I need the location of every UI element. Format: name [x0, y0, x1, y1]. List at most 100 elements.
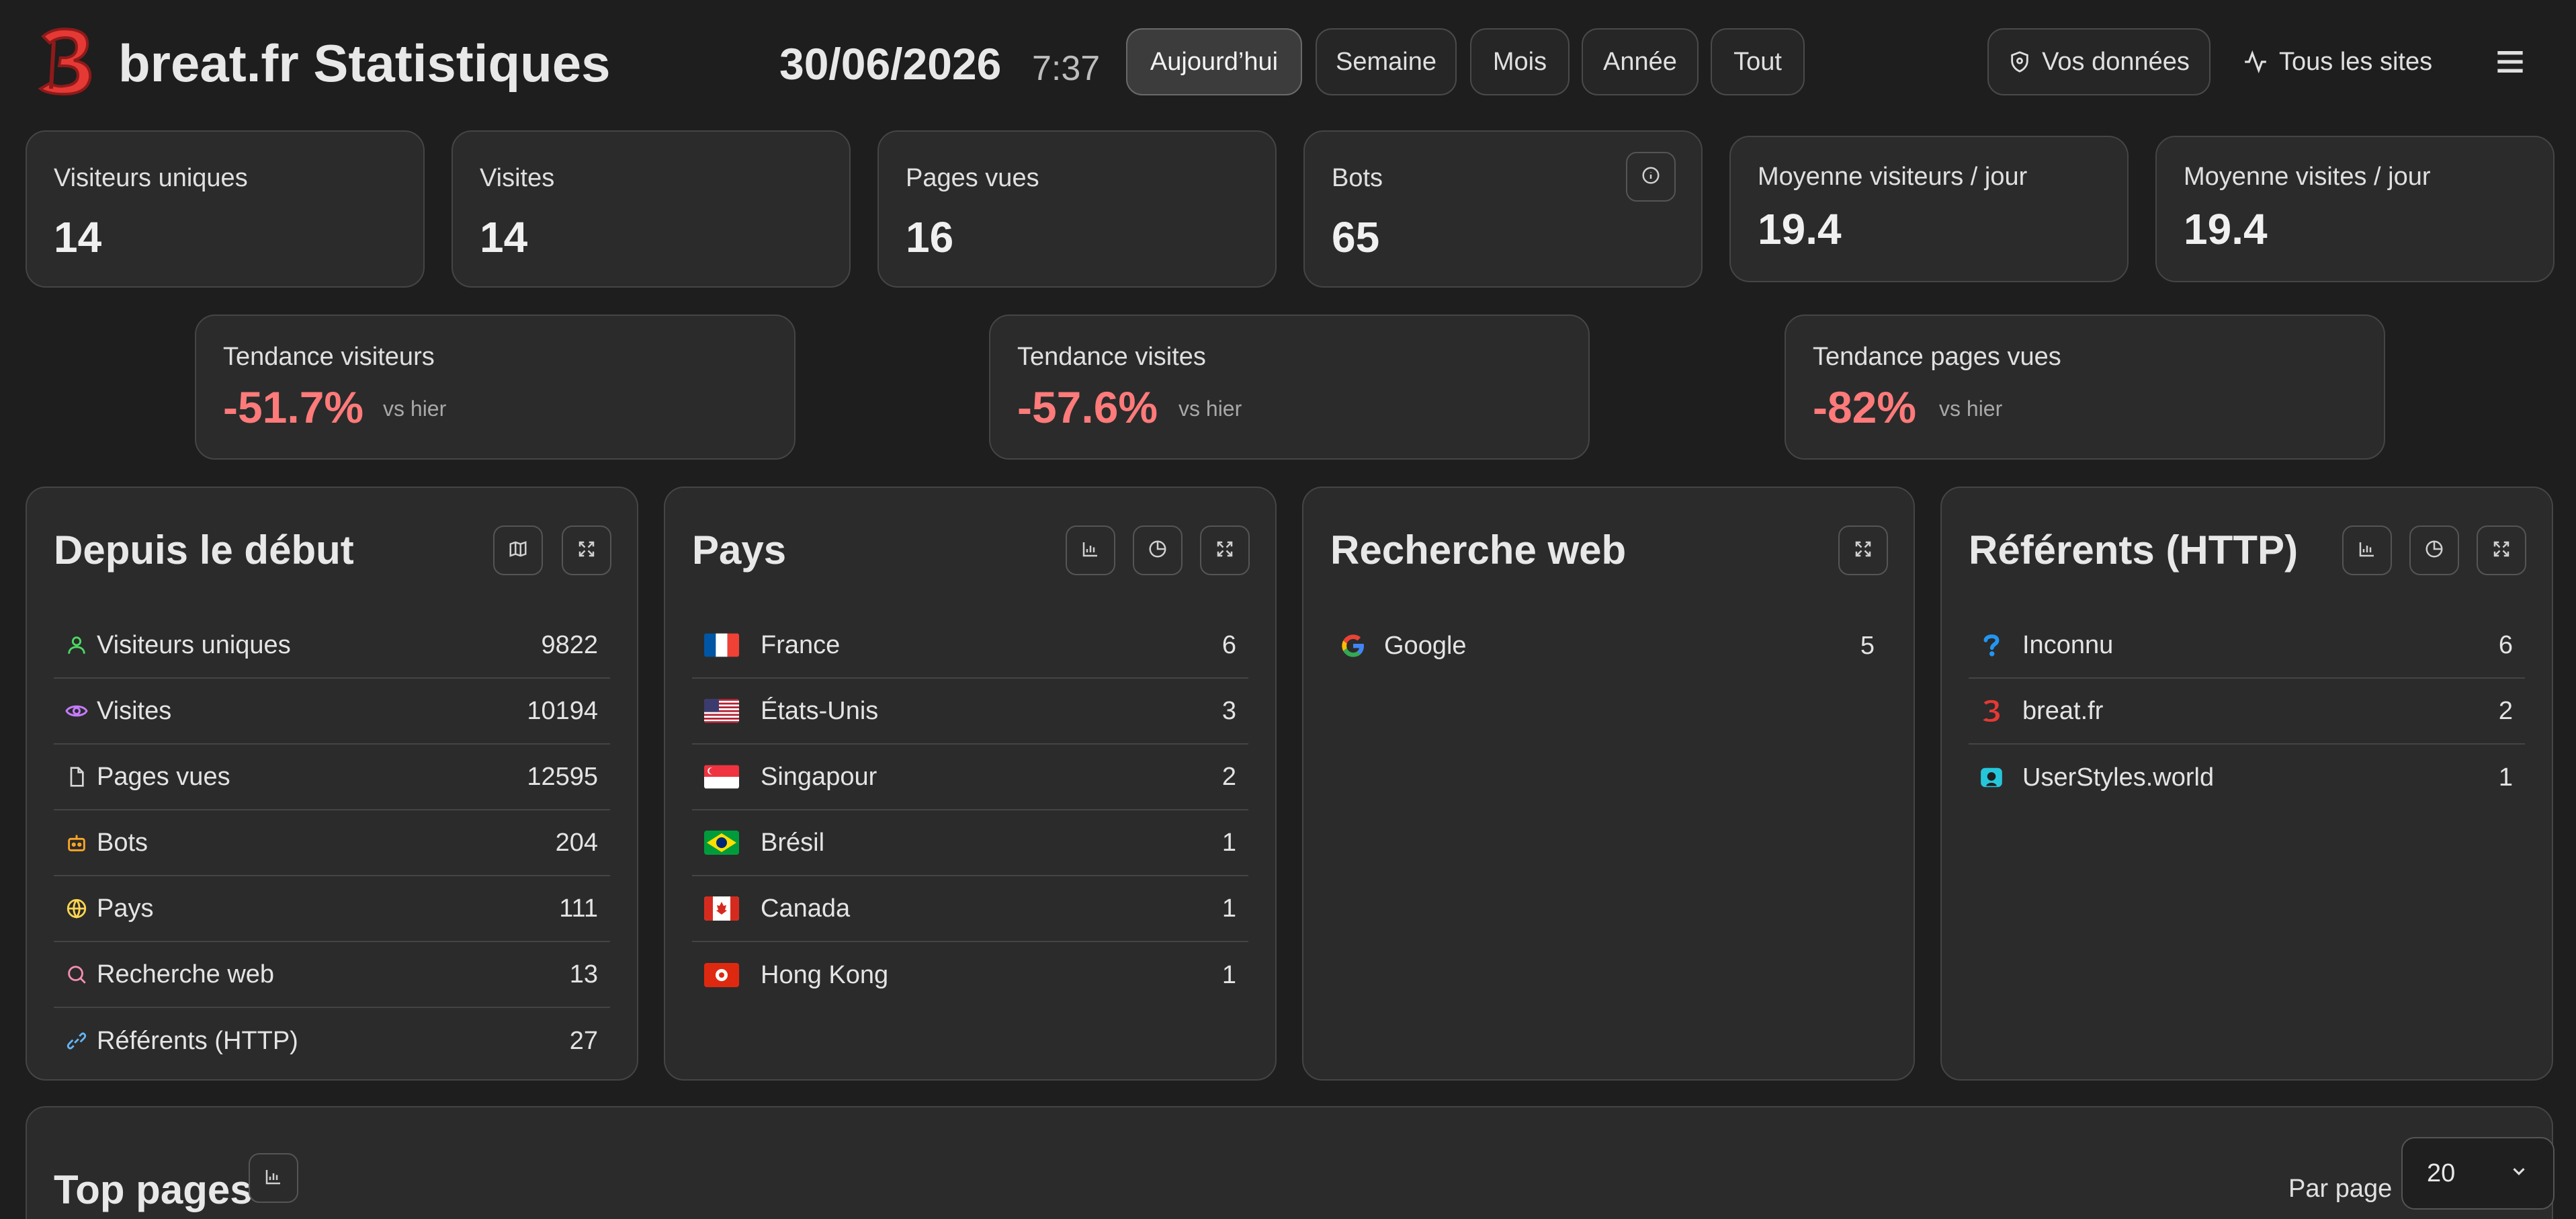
current-time: 7:37: [1032, 49, 1101, 88]
flag-sg-icon: [704, 765, 739, 789]
expand-icon: [576, 539, 597, 562]
list-item-value: 204: [555, 828, 598, 857]
panel-since-start: Depuis le début Visiteurs uniques 9822 V…: [26, 487, 638, 1081]
question-icon: [1978, 632, 2005, 659]
list-item-label: Visites: [97, 696, 172, 725]
trend-card-page-views: Tendance pages vues -82% vs hier: [1785, 314, 2385, 460]
flag-hk-icon: [704, 963, 739, 987]
period-year-button[interactable]: Année: [1582, 28, 1699, 95]
panel-web-search: Recherche web Google 5: [1302, 487, 1915, 1081]
user-icon: [63, 632, 90, 659]
list-item-label: Brésil: [761, 828, 825, 857]
period-week-button[interactable]: Semaine: [1316, 28, 1457, 95]
list-item-label: France: [761, 630, 841, 659]
list-item-label: Singapour: [761, 762, 877, 791]
list-item-label: Bots: [97, 828, 148, 857]
breat-logo-icon: [1978, 698, 2005, 724]
list-item[interactable]: Hong Kong 1: [692, 942, 1248, 1008]
list-item[interactable]: Google 5: [1330, 613, 1887, 679]
list-item-value: 6: [2498, 630, 2513, 659]
map-view-button[interactable]: [493, 526, 543, 575]
list-item: Bots 204: [54, 810, 610, 876]
list-item-label: Google: [1384, 631, 1467, 660]
list-item-label: breat.fr: [2022, 696, 2104, 725]
panel-referrers: Référents (HTTP) Inconnu 6 breat.fr 2 Us…: [1940, 487, 2553, 1081]
pie-chart-icon: [2424, 539, 2444, 562]
list-item[interactable]: breat.fr 2: [1969, 679, 2525, 745]
your-data-button[interactable]: Vos données: [1987, 28, 2210, 95]
bots-info-button[interactable]: [1626, 152, 1676, 202]
all-sites-button[interactable]: Tous les sites: [2243, 28, 2432, 95]
hamburger-menu-icon[interactable]: [2489, 40, 2532, 83]
chevron-down-icon: [2509, 1159, 2529, 1188]
list-item: Pays 111: [54, 876, 610, 942]
list-item[interactable]: États-Unis 3: [692, 679, 1248, 745]
expand-button[interactable]: [562, 526, 611, 575]
stat-value: 14: [480, 213, 528, 261]
stat-value: 19.4: [2184, 205, 2268, 253]
expand-button[interactable]: [2477, 526, 2526, 575]
list-item-label: Visiteurs uniques: [97, 630, 291, 659]
stat-label: Moyenne visites / jour: [2184, 163, 2431, 191]
userstyles-icon: [1978, 764, 2005, 791]
all-sites-label: Tous les sites: [2279, 47, 2433, 76]
bar-chart-button[interactable]: [1066, 526, 1115, 575]
eye-icon: [63, 698, 90, 724]
list-item[interactable]: France 6: [692, 613, 1248, 679]
expand-button[interactable]: [1200, 526, 1250, 575]
since-start-list: Visiteurs uniques 9822 Visites 10194 Pag…: [54, 613, 610, 1074]
trend-value: -51.7%: [223, 382, 364, 432]
stat-label: Visites: [480, 164, 555, 192]
list-item-value: 10194: [527, 696, 598, 725]
breat-logo[interactable]: [34, 24, 98, 99]
list-item[interactable]: Singapour 2: [692, 745, 1248, 810]
site-title: breat.fr Statistiques: [118, 34, 611, 93]
stat-value: 19.4: [1758, 205, 1842, 253]
list-item[interactable]: Brésil 1: [692, 810, 1248, 876]
web-search-list: Google 5: [1330, 613, 1887, 679]
list-item-label: Pages vues: [97, 762, 230, 791]
list-item[interactable]: UserStyles.world 1: [1969, 745, 2525, 810]
flag-fr-icon: [704, 633, 739, 657]
bar-chart-button[interactable]: [2342, 526, 2392, 575]
list-item-value: 9822: [541, 630, 598, 659]
trend-label: Tendance pages vues: [1813, 343, 2061, 371]
trend-sub: vs hier: [383, 396, 447, 421]
per-page-select[interactable]: 20: [2401, 1137, 2554, 1210]
list-item-value: 2: [2498, 696, 2513, 725]
stat-value: 16: [906, 213, 954, 261]
list-item-label: Canada: [761, 894, 851, 923]
period-all-button[interactable]: Tout: [1711, 28, 1805, 95]
panel-title: Recherche web: [1330, 528, 1627, 573]
stat-card-page-views: Pages vues 16: [877, 130, 1277, 288]
list-item-value: 13: [569, 960, 598, 989]
trend-value: -57.6%: [1017, 382, 1158, 432]
list-item-label: Inconnu: [2022, 630, 2114, 659]
bar-chart-button[interactable]: [249, 1153, 298, 1203]
countries-list: France 6 États-Unis 3 Singapour 2 Brésil…: [692, 613, 1248, 1008]
period-month-button[interactable]: Mois: [1470, 28, 1570, 95]
expand-button[interactable]: [1838, 526, 1888, 575]
search-icon: [63, 961, 90, 988]
list-item[interactable]: Canada 1: [692, 876, 1248, 942]
panel-title: Pays: [692, 528, 787, 573]
list-item[interactable]: Inconnu 6: [1969, 613, 2525, 679]
list-item: Visiteurs uniques 9822: [54, 613, 610, 679]
list-item: Recherche web 13: [54, 942, 610, 1008]
pie-chart-icon: [1148, 539, 1168, 562]
list-item-value: 27: [569, 1026, 598, 1055]
bar-chart-icon: [1080, 539, 1101, 562]
list-item: Visites 10194: [54, 679, 610, 745]
pie-chart-button[interactable]: [2409, 526, 2459, 575]
panel-top-pages: Top pages Par page 20: [26, 1106, 2554, 1219]
file-icon: [63, 763, 90, 790]
pie-chart-button[interactable]: [1133, 526, 1183, 575]
activity-icon: [2243, 49, 2268, 75]
globe-icon: [63, 895, 90, 922]
trend-label: Tendance visiteurs: [223, 343, 435, 371]
info-icon: [1641, 165, 1661, 189]
list-item-value: 111: [559, 894, 598, 923]
period-today-button[interactable]: Aujourd’hui: [1126, 28, 1302, 95]
list-item-value: 1: [1221, 894, 1236, 923]
current-date: 30/06/2026: [779, 39, 1002, 89]
